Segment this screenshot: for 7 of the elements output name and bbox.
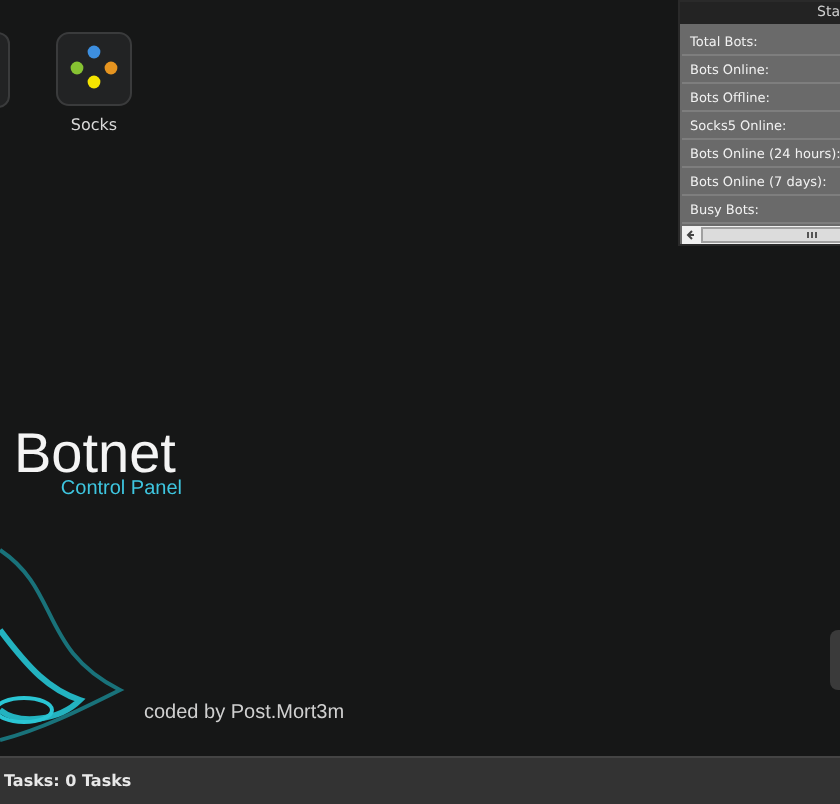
logo-subtitle: Control Panel <box>60 480 182 500</box>
credit-text: coded by Post.Mort3m <box>144 702 345 724</box>
icon-label[interactable]: Socks <box>70 116 118 134</box>
logo-title: Botnet <box>14 428 176 480</box>
dots-icon[interactable] <box>56 32 132 106</box>
horizontal-scrollbar[interactable] <box>682 226 840 244</box>
tasks-status: Tasks: 0 Tasks <box>4 772 132 790</box>
